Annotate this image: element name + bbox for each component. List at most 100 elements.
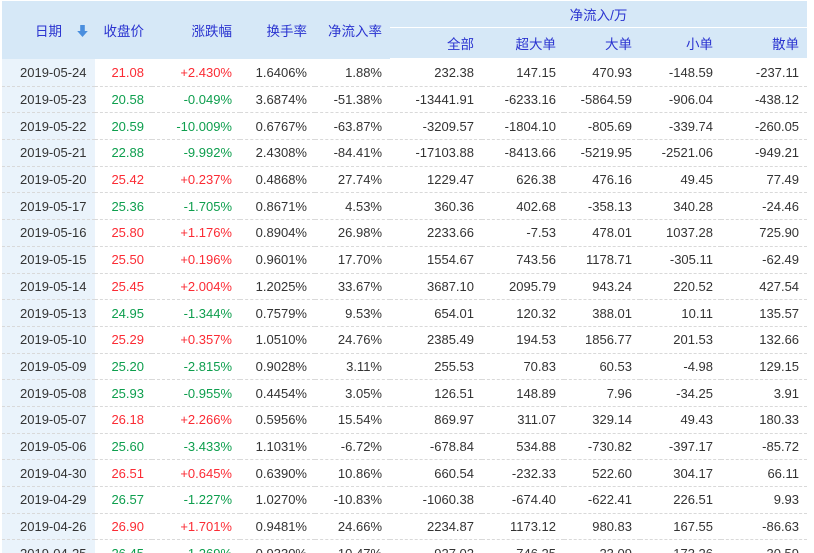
- table-row: 2019-05-20 25.42 +0.237% 0.4868% 27.74% …: [2, 166, 807, 193]
- cell-date: 2019-05-15: [2, 246, 95, 273]
- cell-inflow-large: 1856.77: [564, 326, 640, 353]
- cell-close-price: 26.45: [95, 540, 152, 553]
- cell-change-percent: -10.009%: [152, 113, 240, 140]
- cell-inflow-all: 232.38: [390, 59, 482, 86]
- cell-date: 2019-05-06: [2, 433, 95, 460]
- column-header-close[interactable]: 收盘价: [95, 1, 152, 59]
- sort-descending-icon[interactable]: [77, 25, 88, 40]
- cell-date: 2019-05-17: [2, 193, 95, 220]
- cell-inflow-retail: -85.72: [721, 433, 807, 460]
- column-header-large[interactable]: 大单: [564, 28, 640, 60]
- table-row: 2019-05-08 25.93 -0.955% 0.4454% 3.05% 1…: [2, 380, 807, 407]
- cell-inflow-retail: 725.90: [721, 220, 807, 247]
- cell-change-percent: +1.701%: [152, 513, 240, 540]
- cell-inflow-large: -622.41: [564, 487, 640, 514]
- cell-inflow-retail: 132.66: [721, 326, 807, 353]
- cell-inflow-super-large: 194.53: [482, 326, 564, 353]
- column-header-change[interactable]: 涨跌幅: [152, 1, 240, 59]
- column-header-super-large[interactable]: 超大单: [482, 28, 564, 60]
- cell-date: 2019-05-10: [2, 326, 95, 353]
- cell-close-price: 25.42: [95, 166, 152, 193]
- cell-close-price: 26.57: [95, 487, 152, 514]
- cell-inflow-small: -339.74: [640, 113, 721, 140]
- cell-inflow-all: 654.01: [390, 300, 482, 327]
- cell-inflow-large: 470.93: [564, 59, 640, 86]
- table-row: 2019-05-15 25.50 +0.196% 0.9601% 17.70% …: [2, 246, 807, 273]
- cell-net-inflow-rate: 3.05%: [315, 380, 390, 407]
- cell-inflow-small: 220.52: [640, 273, 721, 300]
- column-header-turnover[interactable]: 换手率: [240, 1, 315, 59]
- cell-turnover-rate: 2.4308%: [240, 140, 315, 167]
- cell-net-inflow-rate: 24.66%: [315, 513, 390, 540]
- cell-turnover-rate: 0.9601%: [240, 246, 315, 273]
- cell-inflow-retail: -438.12: [721, 86, 807, 113]
- column-header-inflow-rate[interactable]: 净流入率: [315, 1, 390, 59]
- table-row: 2019-05-10 25.29 +0.357% 1.0510% 24.76% …: [2, 326, 807, 353]
- cell-change-percent: -1.269%: [152, 540, 240, 553]
- cell-inflow-super-large: 2095.79: [482, 273, 564, 300]
- cell-turnover-rate: 0.8671%: [240, 193, 315, 220]
- cell-inflow-all: 126.51: [390, 380, 482, 407]
- cell-date: 2019-05-23: [2, 86, 95, 113]
- cell-inflow-retail: 180.33: [721, 406, 807, 433]
- cell-inflow-retail: 129.15: [721, 353, 807, 380]
- cell-inflow-all: -1060.38: [390, 487, 482, 514]
- table-row: 2019-04-29 26.57 -1.227% 1.0270% -10.83%…: [2, 487, 807, 514]
- column-header-retail[interactable]: 散单: [721, 28, 807, 60]
- cell-change-percent: +0.196%: [152, 246, 240, 273]
- cell-date: 2019-04-26: [2, 513, 95, 540]
- cell-net-inflow-rate: 9.53%: [315, 300, 390, 327]
- table-row: 2019-05-13 24.95 -1.344% 0.7579% 9.53% 6…: [2, 300, 807, 327]
- cell-inflow-all: 2385.49: [390, 326, 482, 353]
- cell-net-inflow-rate: 33.67%: [315, 273, 390, 300]
- cell-inflow-retail: -86.63: [721, 513, 807, 540]
- table-row: 2019-04-26 26.90 +1.701% 0.9481% 24.66% …: [2, 513, 807, 540]
- cell-turnover-rate: 0.5956%: [240, 406, 315, 433]
- column-header-date[interactable]: 日期: [2, 1, 95, 59]
- cell-turnover-rate: 0.7579%: [240, 300, 315, 327]
- column-header-all[interactable]: 全部: [390, 28, 482, 60]
- cell-net-inflow-rate: 26.98%: [315, 220, 390, 247]
- cell-inflow-all: 2234.87: [390, 513, 482, 540]
- table-header: 日期 收盘价 涨跌幅 换手率 净流入率 净流入/万 全部 超大单 大单 小单 散…: [2, 1, 807, 59]
- cell-inflow-small: 49.45: [640, 166, 721, 193]
- cell-turnover-rate: 0.6390%: [240, 460, 315, 487]
- cell-inflow-super-large: 402.68: [482, 193, 564, 220]
- cell-inflow-all: -678.84: [390, 433, 482, 460]
- cell-inflow-super-large: 626.38: [482, 166, 564, 193]
- cell-inflow-super-large: 311.07: [482, 406, 564, 433]
- table-row: 2019-05-23 20.58 -0.049% 3.6874% -51.38%…: [2, 86, 807, 113]
- cell-close-price: 26.18: [95, 406, 152, 433]
- column-header-small[interactable]: 小单: [640, 28, 721, 60]
- cell-date: 2019-05-20: [2, 166, 95, 193]
- cell-inflow-small: 226.51: [640, 487, 721, 514]
- cell-turnover-rate: 0.9330%: [240, 540, 315, 553]
- cell-inflow-all: 1229.47: [390, 166, 482, 193]
- cell-date: 2019-04-29: [2, 487, 95, 514]
- cell-inflow-super-large: 534.88: [482, 433, 564, 460]
- cell-inflow-all: 1554.67: [390, 246, 482, 273]
- table-row: 2019-05-21 22.88 -9.992% 2.4308% -84.41%…: [2, 140, 807, 167]
- cell-change-percent: +2.004%: [152, 273, 240, 300]
- cell-net-inflow-rate: -10.83%: [315, 487, 390, 514]
- cell-date: 2019-05-08: [2, 380, 95, 407]
- cell-inflow-super-large: -7.53: [482, 220, 564, 247]
- cell-date: 2019-05-13: [2, 300, 95, 327]
- cell-inflow-small: 173.26: [640, 540, 721, 553]
- cell-turnover-rate: 0.8904%: [240, 220, 315, 247]
- cell-inflow-small: 304.17: [640, 460, 721, 487]
- cell-inflow-retail: -237.11: [721, 59, 807, 86]
- cell-change-percent: +0.645%: [152, 460, 240, 487]
- cell-turnover-rate: 3.6874%: [240, 86, 315, 113]
- cell-net-inflow-rate: 4.53%: [315, 193, 390, 220]
- cell-turnover-rate: 1.1031%: [240, 433, 315, 460]
- cell-inflow-retail: 3.91: [721, 380, 807, 407]
- cell-turnover-rate: 1.2025%: [240, 273, 315, 300]
- cell-inflow-small: 340.28: [640, 193, 721, 220]
- cell-inflow-all: -13441.91: [390, 86, 482, 113]
- cell-change-percent: -2.815%: [152, 353, 240, 380]
- cell-turnover-rate: 1.0270%: [240, 487, 315, 514]
- cell-turnover-rate: 0.9028%: [240, 353, 315, 380]
- cell-inflow-retail: -24.46: [721, 193, 807, 220]
- cell-date: 2019-05-09: [2, 353, 95, 380]
